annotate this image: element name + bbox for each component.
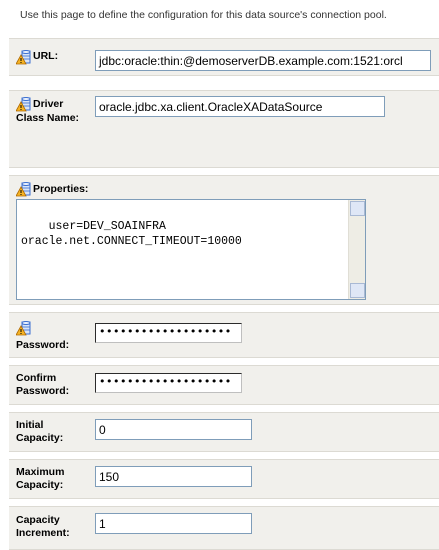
scroll-down-button[interactable] [350,283,365,298]
capacity-increment-label-line2: Increment: [16,527,70,539]
driver-label-line1: Driver [33,98,64,110]
scrollbar[interactable] [348,200,365,299]
initial-capacity-label-line1: Initial [16,419,44,431]
initial-capacity-input[interactable]: 0 [95,419,252,440]
driver-label-line2: Class Name: [16,112,80,124]
password-input[interactable]: ••••••••••••••••••• [95,323,242,343]
properties-row: Properties: user=DEV_SOAINFRA oracle.net… [9,175,439,305]
maximum-capacity-label-line2: Capacity: [16,479,64,491]
maximum-capacity-row: Maximum Capacity: 150 [9,459,439,499]
confirm-password-label-line1: Confirm [16,372,57,384]
url-label: URL: [33,50,59,62]
properties-text: user=DEV_SOAINFRA oracle.net.CONNECT_TIM… [21,220,242,248]
warning-db-icon [16,97,32,112]
intro-text: Use this page to define the configuratio… [0,0,439,31]
driver-row: Driver Class Name: oracle.jdbc.xa.client… [9,90,439,168]
maximum-capacity-label-line1: Maximum [16,466,65,478]
properties-textarea[interactable]: user=DEV_SOAINFRA oracle.net.CONNECT_TIM… [16,199,366,300]
warning-db-icon [16,321,32,336]
capacity-increment-row: Capacity Increment: 1 [9,506,439,550]
initial-capacity-row: Initial Capacity: 0 [9,412,439,452]
confirm-password-label-line2: Password: [16,385,70,397]
capacity-increment-label-line1: Capacity [16,514,60,526]
password-row: Password: ••••••••••••••••••• [9,312,439,358]
url-row: URL: jdbc:oracle:thin:@demoserverDB.exam… [9,38,439,76]
warning-db-icon [16,50,32,65]
properties-label: Properties: [33,183,89,195]
confirm-password-input[interactable]: ••••••••••••••••••• [95,373,242,393]
password-label: Password: [16,339,70,351]
confirm-password-row: Confirm Password: ••••••••••••••••••• [9,365,439,405]
initial-capacity-label-line2: Capacity: [16,432,64,444]
maximum-capacity-input[interactable]: 150 [95,466,252,487]
scroll-up-button[interactable] [350,201,365,216]
url-input[interactable]: jdbc:oracle:thin:@demoserverDB.example.c… [95,50,431,71]
warning-db-icon [16,182,32,197]
capacity-increment-input[interactable]: 1 [95,513,252,534]
driver-class-input[interactable]: oracle.jdbc.xa.client.OracleXADataSource [95,96,385,117]
